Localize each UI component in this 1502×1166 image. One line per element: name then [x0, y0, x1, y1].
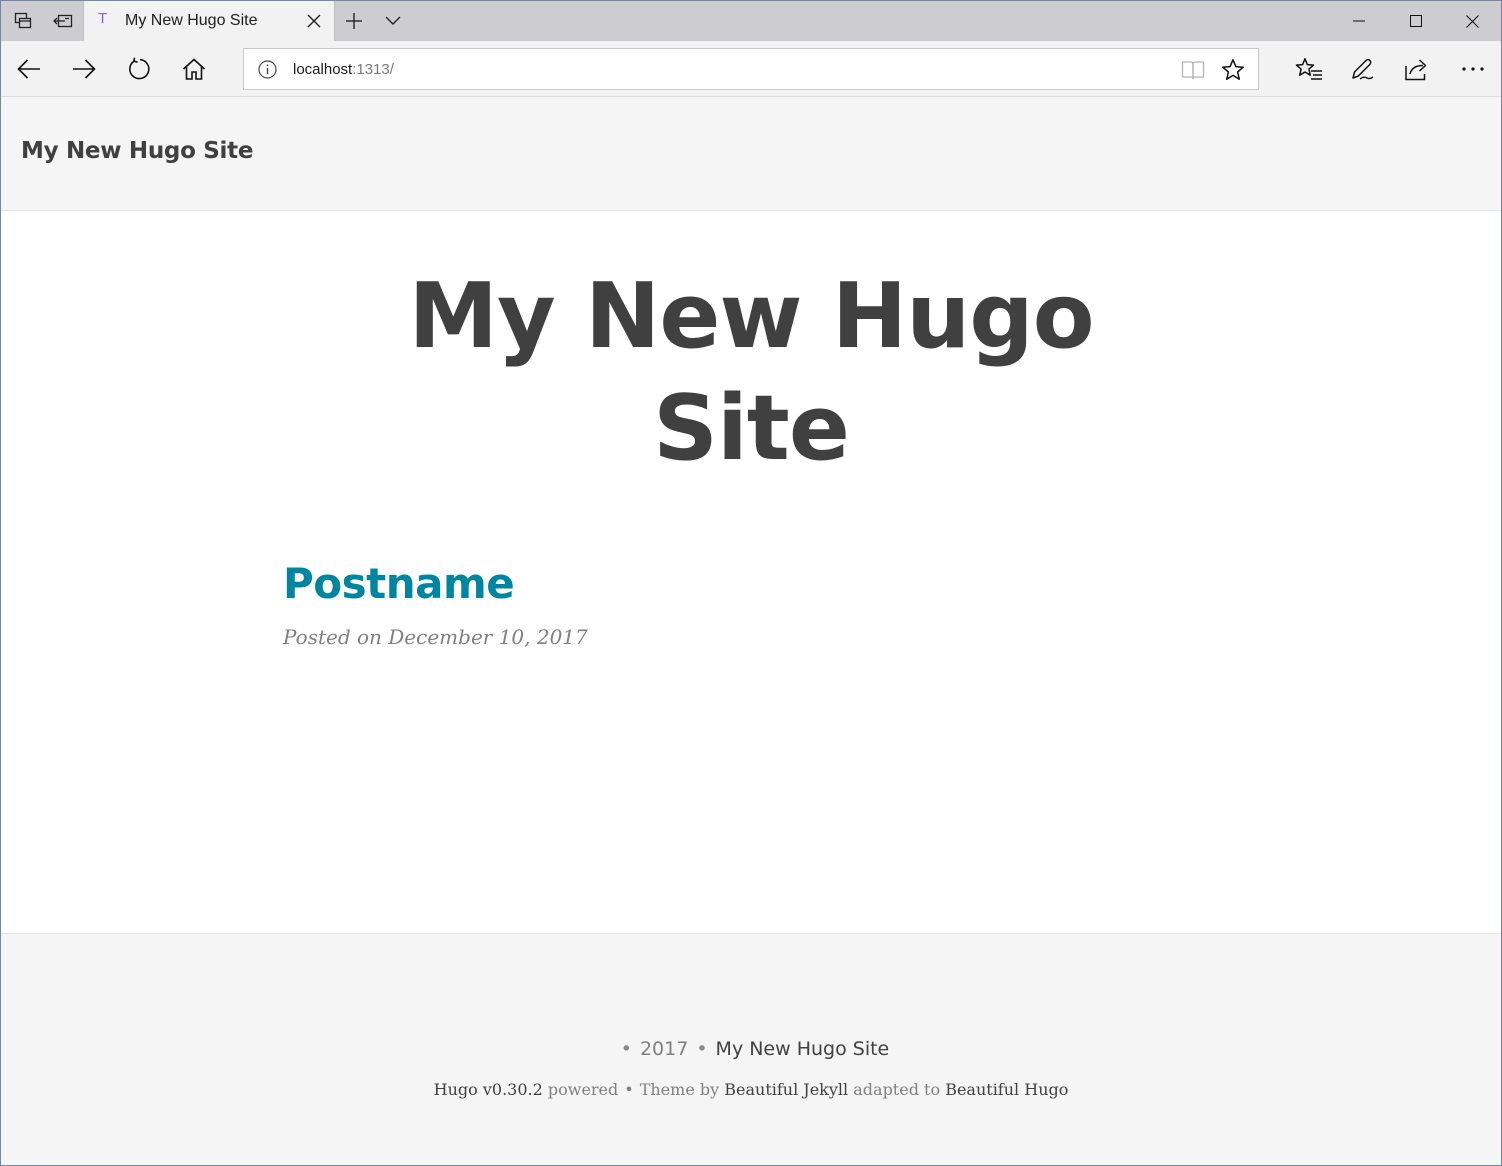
footer-separator: • [696, 1038, 708, 1060]
tab-favicon: T [98, 10, 108, 27]
tab-manager-icon[interactable] [3, 1, 43, 41]
browser-tab[interactable]: T My New Hugo Site [83, 1, 335, 41]
site-footer: • 2017 • My New Hugo Site Hugo v0.30.2 powe… [1, 933, 1501, 1165]
site-navbar: My New Hugo Site [1, 97, 1501, 211]
footer-copyright: • 2017 • My New Hugo Site [1, 1038, 1501, 1060]
book-icon[interactable] [1180, 57, 1206, 83]
site-brand-link[interactable]: My New Hugo Site [21, 138, 253, 164]
close-icon[interactable] [1444, 1, 1501, 41]
footer-separator: • [620, 1038, 632, 1060]
post-title-link[interactable]: Postname [283, 559, 515, 608]
address-bar[interactable]: localhost:1313/ [243, 48, 1259, 90]
address-host: localhost [293, 61, 353, 78]
footer-theme-by-text: Theme by [639, 1080, 725, 1099]
footer-hugo-link[interactable]: Hugo v0.30.2 [434, 1080, 543, 1099]
favorites-list-icon[interactable] [1289, 49, 1329, 89]
back-arrow-icon[interactable] [9, 49, 49, 89]
footer-separator: • [624, 1080, 634, 1099]
address-text[interactable]: localhost:1313/ [293, 61, 394, 78]
footer-year: 2017 [639, 1038, 689, 1060]
star-icon[interactable] [1220, 57, 1246, 83]
tab-close-icon[interactable] [304, 11, 324, 31]
footer-site-link[interactable]: My New Hugo Site [716, 1038, 890, 1060]
browser-toolbar: localhost:1313/ [1, 41, 1501, 97]
post-meta: Posted on December 10, 2017 [283, 625, 588, 649]
tab-title: My New Hugo Site [125, 12, 258, 29]
forward-arrow-icon[interactable] [64, 49, 104, 89]
footer-adapted-text: adapted to [848, 1080, 946, 1099]
home-icon[interactable] [174, 49, 214, 89]
plus-icon[interactable] [334, 1, 374, 41]
more-icon[interactable] [1453, 49, 1493, 89]
set-aside-tabs-icon[interactable] [43, 1, 83, 41]
refresh-icon[interactable] [119, 49, 159, 89]
title-bar: T My New Hugo Site [1, 1, 1501, 41]
address-port-path: :1313/ [352, 61, 394, 78]
browser-window: T My New Hugo Site localhost:1313/ My Ne… [0, 0, 1502, 1166]
pen-icon[interactable] [1343, 49, 1383, 89]
footer-powered-text: powered [542, 1080, 619, 1099]
maximize-icon[interactable] [1387, 1, 1444, 41]
hero-title: My New Hugo Site [408, 264, 1094, 481]
share-icon[interactable] [1397, 49, 1437, 89]
footer-beautiful-hugo-link[interactable]: Beautiful Hugo [945, 1080, 1068, 1099]
web-page: My New Hugo Site My New Hugo Site Postna… [1, 97, 1501, 1165]
footer-credits: Hugo v0.30.2 powered • Theme by Beautiful … [1, 1080, 1501, 1099]
chevron-down-icon[interactable] [373, 1, 413, 41]
info-icon[interactable] [258, 60, 277, 79]
footer-beautiful-jekyll-link[interactable]: Beautiful Jekyll [724, 1080, 848, 1099]
minimize-icon[interactable] [1330, 1, 1387, 41]
